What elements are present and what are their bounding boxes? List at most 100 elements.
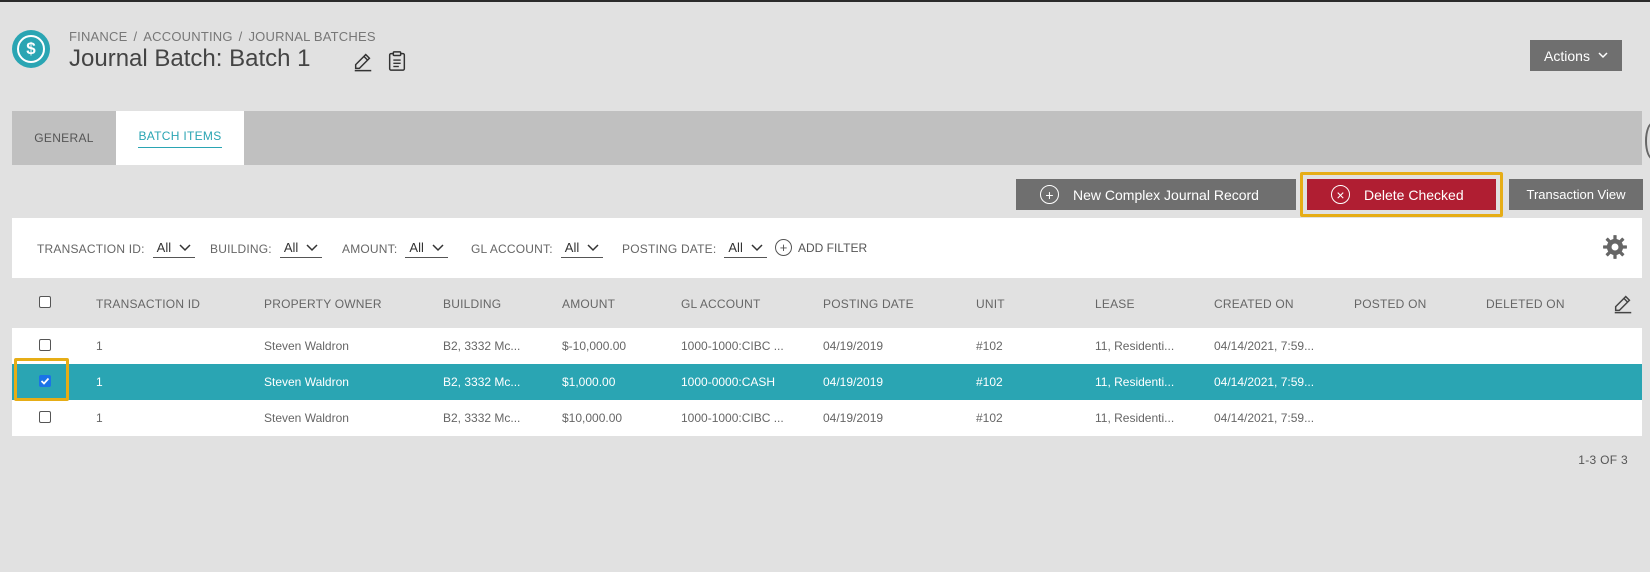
breadcrumb-journal-batches[interactable]: JOURNAL BATCHES bbox=[248, 29, 375, 44]
checkmark-icon bbox=[40, 377, 50, 385]
tab-general[interactable]: GENERAL bbox=[12, 111, 116, 165]
tab-batch-items[interactable]: BATCH ITEMS bbox=[116, 111, 244, 165]
cell-unit: #102 bbox=[976, 339, 1003, 353]
filter-label: POSTING DATE: bbox=[622, 242, 717, 256]
column-header-posting-date[interactable]: POSTING DATE bbox=[823, 297, 914, 311]
breadcrumb-separator: / bbox=[238, 29, 243, 44]
cell-lease: 11, Residenti... bbox=[1095, 375, 1175, 389]
side-panel-handle[interactable] bbox=[1645, 122, 1650, 160]
row-checkbox[interactable] bbox=[39, 411, 51, 423]
column-header-gl-account[interactable]: GL ACCOUNT bbox=[681, 297, 761, 311]
dollar-icon: $ bbox=[17, 35, 45, 63]
column-header-posted-on[interactable]: POSTED ON bbox=[1354, 297, 1426, 311]
pagination-summary: 1-3 OF 3 bbox=[1578, 453, 1628, 467]
cell-gl-account: 1000-1000:CIBC ... bbox=[681, 411, 784, 425]
filter-transaction-id: TRANSACTION ID: All bbox=[37, 240, 196, 258]
cell-building: B2, 3332 Mc... bbox=[443, 375, 521, 389]
table-row-selected[interactable]: 1 Steven Waldron B2, 3332 Mc... $1,000.0… bbox=[12, 364, 1642, 400]
filter-label: BUILDING: bbox=[210, 242, 272, 256]
actions-label: Actions bbox=[1544, 47, 1590, 64]
add-filter-label: ADD FILTER bbox=[798, 240, 868, 255]
filter-value: All bbox=[564, 240, 580, 255]
column-header-amount[interactable]: AMOUNT bbox=[562, 297, 615, 311]
breadcrumb-accounting[interactable]: ACCOUNTING bbox=[143, 29, 232, 44]
edit-pencil-icon[interactable] bbox=[352, 50, 374, 72]
transaction-view-button[interactable]: Transaction View bbox=[1509, 179, 1643, 210]
column-header-created-on[interactable]: CREATED ON bbox=[1214, 297, 1294, 311]
filter-value: All bbox=[156, 240, 172, 255]
finance-app-icon: $ bbox=[12, 30, 50, 68]
filter-label: TRANSACTION ID: bbox=[37, 242, 145, 256]
breadcrumb-separator: / bbox=[133, 29, 138, 44]
tab-general-label: GENERAL bbox=[34, 131, 94, 145]
cell-amount: $10,000.00 bbox=[562, 411, 623, 425]
cell-property-owner: Steven Waldron bbox=[264, 339, 349, 353]
cell-building: B2, 3332 Mc... bbox=[443, 339, 521, 353]
delete-checked-button[interactable]: × Delete Checked bbox=[1307, 179, 1496, 210]
page-title: Journal Batch: Batch 1 bbox=[69, 45, 311, 72]
row-checkbox[interactable] bbox=[39, 339, 51, 351]
filter-posting-date: POSTING DATE: All bbox=[622, 240, 767, 258]
chevron-down-icon bbox=[587, 243, 599, 251]
column-header-property-owner[interactable]: PROPERTY OWNER bbox=[264, 297, 382, 311]
transaction-view-label: Transaction View bbox=[1526, 187, 1626, 202]
chevron-down-icon bbox=[179, 243, 191, 251]
new-complex-journal-record-label: New Complex Journal Record bbox=[1073, 186, 1259, 203]
filter-building: BUILDING: All bbox=[210, 240, 323, 258]
cell-gl-account: 1000-0000:CASH bbox=[681, 375, 776, 389]
cell-amount: $1,000.00 bbox=[562, 375, 616, 389]
column-header-transaction-id[interactable]: TRANSACTION ID bbox=[96, 297, 200, 311]
cell-transaction-id: 1 bbox=[96, 411, 103, 425]
column-header-building[interactable]: BUILDING bbox=[443, 297, 501, 311]
column-header-lease[interactable]: LEASE bbox=[1095, 297, 1135, 311]
select-all-checkbox[interactable] bbox=[39, 296, 51, 308]
chevron-down-icon bbox=[751, 243, 763, 251]
tab-batch-items-label: BATCH ITEMS bbox=[138, 129, 222, 148]
cell-building: B2, 3332 Mc... bbox=[443, 411, 521, 425]
filter-building-select[interactable]: All bbox=[279, 240, 323, 258]
filter-posting-date-select[interactable]: All bbox=[724, 240, 767, 258]
batch-items-table: TRANSACTION ID PROPERTY OWNER BUILDING A… bbox=[12, 280, 1642, 436]
cell-property-owner: Steven Waldron bbox=[264, 375, 349, 389]
filter-value: All bbox=[728, 240, 743, 255]
chevron-down-icon bbox=[1598, 52, 1608, 59]
clipboard-icon[interactable] bbox=[386, 50, 408, 72]
chevron-down-icon bbox=[432, 243, 444, 251]
column-header-deleted-on[interactable]: DELETED ON bbox=[1486, 297, 1565, 311]
cell-created-on: 04/14/2021, 7:59... bbox=[1214, 375, 1315, 389]
table-row[interactable]: 1 Steven Waldron B2, 3332 Mc... $-10,000… bbox=[12, 328, 1642, 364]
filter-value: All bbox=[409, 240, 424, 255]
close-circle-icon: × bbox=[1331, 185, 1350, 204]
cell-posting-date: 04/19/2019 bbox=[823, 375, 884, 389]
gear-icon[interactable] bbox=[1602, 234, 1628, 260]
cell-created-on: 04/14/2021, 7:59... bbox=[1214, 339, 1315, 353]
add-filter-button[interactable]: + ADD FILTER bbox=[775, 239, 867, 256]
cell-lease: 11, Residenti... bbox=[1095, 339, 1175, 353]
filter-amount-select[interactable]: All bbox=[405, 240, 448, 258]
tab-bar: GENERAL BATCH ITEMS bbox=[12, 111, 1642, 165]
column-header-unit[interactable]: UNIT bbox=[976, 297, 1005, 311]
cell-lease: 11, Residenti... bbox=[1095, 411, 1175, 425]
new-complex-journal-record-button[interactable]: + New Complex Journal Record bbox=[1016, 179, 1296, 210]
edit-columns-pencil-icon[interactable] bbox=[1612, 292, 1634, 314]
delete-checked-label: Delete Checked bbox=[1364, 186, 1464, 203]
table-header-row: TRANSACTION ID PROPERTY OWNER BUILDING A… bbox=[12, 280, 1642, 328]
cell-amount: $-10,000.00 bbox=[562, 339, 627, 353]
filter-amount: AMOUNT: All bbox=[342, 240, 448, 258]
cell-transaction-id: 1 bbox=[96, 339, 103, 353]
chevron-down-icon bbox=[306, 243, 318, 251]
filter-panel: TRANSACTION ID: All BUILDING: All AMOUNT… bbox=[12, 218, 1642, 278]
cell-gl-account: 1000-1000:CIBC ... bbox=[681, 339, 784, 353]
breadcrumb-finance[interactable]: FINANCE bbox=[69, 29, 127, 44]
table-row[interactable]: 1 Steven Waldron B2, 3332 Mc... $10,000.… bbox=[12, 400, 1642, 436]
actions-button[interactable]: Actions bbox=[1530, 40, 1622, 71]
filter-gl-account-select[interactable]: All bbox=[560, 240, 604, 258]
cell-created-on: 04/14/2021, 7:59... bbox=[1214, 411, 1315, 425]
cell-unit: #102 bbox=[976, 411, 1003, 425]
filter-transaction-id-select[interactable]: All bbox=[152, 240, 196, 258]
breadcrumb: FINANCE / ACCOUNTING / JOURNAL BATCHES bbox=[69, 29, 376, 44]
cell-property-owner: Steven Waldron bbox=[264, 411, 349, 425]
filter-label: AMOUNT: bbox=[342, 242, 398, 256]
row-checkbox-checked[interactable] bbox=[39, 375, 51, 387]
cell-posting-date: 04/19/2019 bbox=[823, 339, 884, 353]
